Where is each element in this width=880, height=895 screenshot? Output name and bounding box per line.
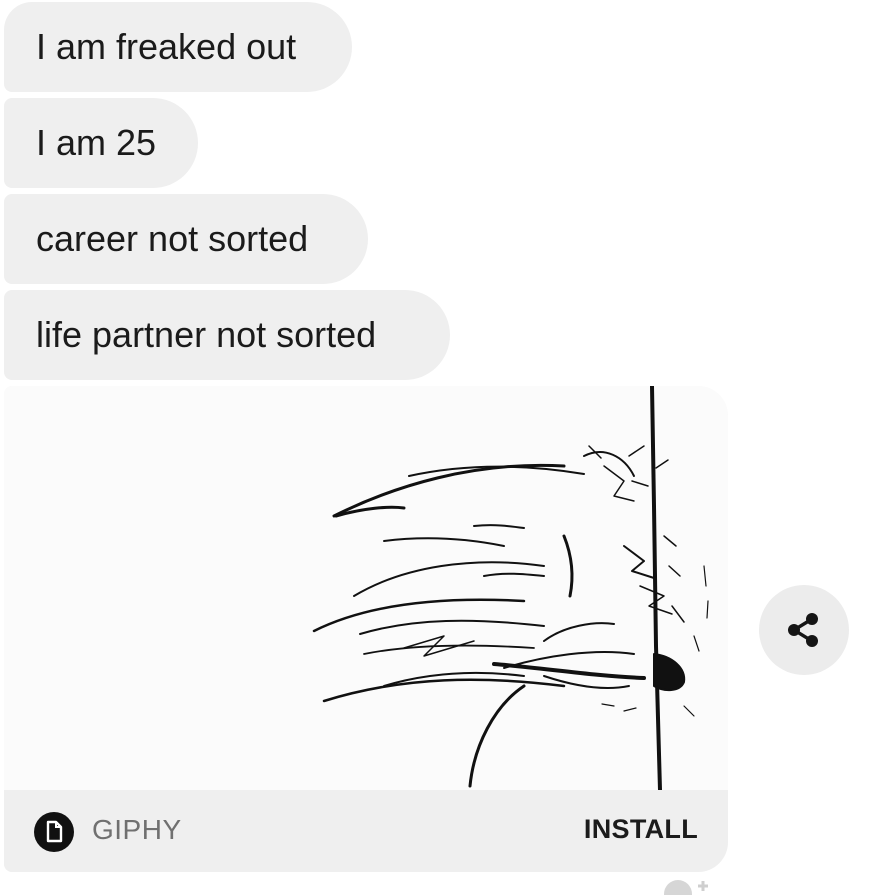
gif-image[interactable]	[4, 386, 728, 790]
gif-footer: GIPHY INSTALL	[4, 790, 728, 872]
message-bubble[interactable]: career not sorted	[4, 194, 368, 284]
message-text: I am 25	[36, 122, 157, 163]
gif-message-card[interactable]: GIPHY INSTALL	[4, 386, 728, 872]
message-text: I am freaked out	[36, 26, 297, 67]
message-text: life partner not sorted	[36, 314, 377, 355]
giphy-label: GIPHY	[92, 814, 182, 845]
share-icon	[788, 613, 818, 647]
message-bubble[interactable]: I am freaked out	[4, 2, 352, 92]
giphy-logo-icon	[34, 812, 74, 852]
install-button[interactable]: INSTALL	[584, 814, 698, 845]
add-reaction-button[interactable]	[660, 874, 720, 895]
message-text: career not sorted	[36, 218, 309, 259]
message-bubble[interactable]: I am 25	[4, 98, 198, 188]
message-bubble[interactable]: life partner not sorted	[4, 290, 450, 380]
share-button[interactable]	[759, 585, 849, 675]
add-reaction-icon	[664, 880, 708, 895]
